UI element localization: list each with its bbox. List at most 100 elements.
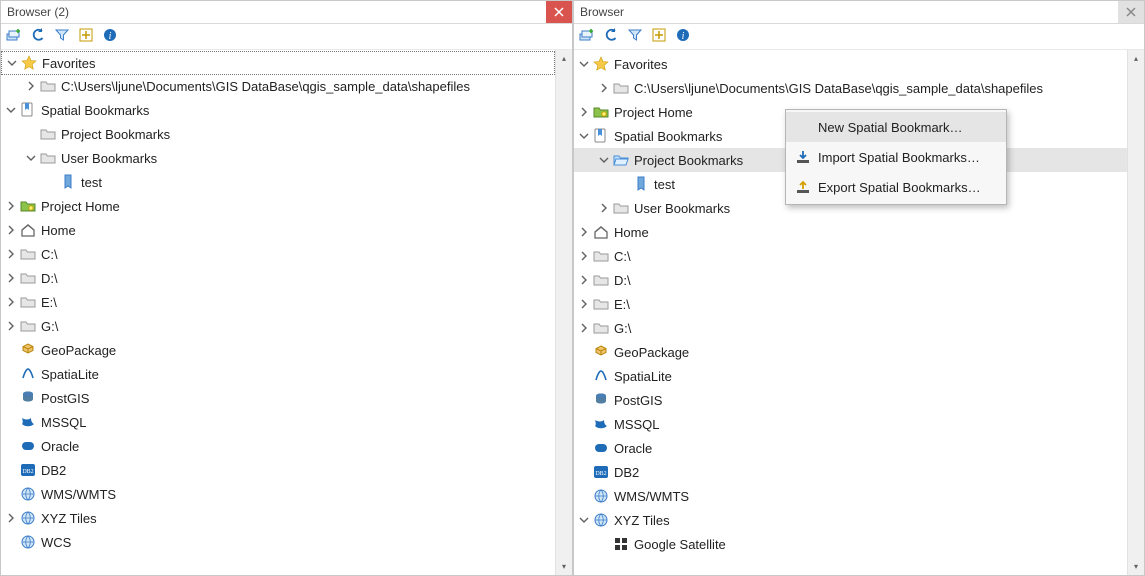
export-icon (792, 179, 814, 195)
collapse-toggle[interactable] (576, 56, 592, 72)
tree-item[interactable]: DB2 DB2 (1, 458, 555, 482)
tree-item[interactable]: Spatial Bookmarks (1, 98, 555, 122)
tree-item[interactable]: G:\ (1, 314, 555, 338)
tree-item[interactable]: Favorites (574, 52, 1127, 76)
tree-item[interactable]: C:\Users\ljune\Documents\GIS DataBase\qg… (574, 76, 1127, 100)
tree-item[interactable]: WMS/WMTS (574, 484, 1127, 508)
expand-toggle[interactable] (3, 270, 19, 286)
expand-toggle[interactable] (576, 224, 592, 240)
vertical-scrollbar[interactable]: ▴ ▾ (555, 50, 572, 575)
close-button[interactable] (546, 1, 572, 23)
tree-item[interactable]: Project Home (1, 194, 555, 218)
refresh-button[interactable] (602, 28, 620, 46)
scroll-up-button[interactable]: ▴ (1128, 50, 1144, 67)
collapse-toggle[interactable] (576, 512, 592, 528)
tree-item[interactable]: C:\ (574, 244, 1127, 268)
filter-button[interactable] (626, 28, 644, 46)
info-button[interactable]: i (674, 28, 692, 46)
expand-toggle[interactable] (23, 78, 39, 94)
tree-item-label: DB2 (41, 463, 66, 478)
expand-toggle[interactable] (3, 318, 19, 334)
tree-item[interactable]: C:\Users\ljune\Documents\GIS DataBase\qg… (1, 74, 555, 98)
tree-item[interactable]: PostGIS (574, 388, 1127, 412)
tree-item[interactable]: Home (574, 220, 1127, 244)
tree-item[interactable]: E:\ (574, 292, 1127, 316)
tree-item[interactable]: WMS/WMTS (1, 482, 555, 506)
tree-item[interactable]: Project Bookmarks (1, 122, 555, 146)
browser-tree[interactable]: FavoritesC:\Users\ljune\Documents\GIS Da… (1, 50, 555, 575)
tree-item[interactable]: GeoPackage (574, 340, 1127, 364)
tree-item[interactable]: D:\ (1, 266, 555, 290)
expand-toggle[interactable] (596, 80, 612, 96)
scroll-up-button[interactable]: ▴ (556, 50, 572, 67)
menu-item[interactable]: Export Spatial Bookmarks… (786, 172, 1006, 202)
tree-item[interactable]: WCS (1, 530, 555, 554)
collapse-toggle[interactable] (576, 128, 592, 144)
expand-toggle[interactable] (576, 296, 592, 312)
vertical-scrollbar[interactable]: ▴ ▾ (1127, 50, 1144, 575)
scroll-down-button[interactable]: ▾ (1128, 558, 1144, 575)
close-button[interactable] (1118, 1, 1144, 23)
refresh-button[interactable] (29, 28, 47, 46)
tree-item[interactable]: E:\ (1, 290, 555, 314)
folder-icon (39, 77, 57, 95)
collapse-toggle[interactable] (4, 55, 20, 71)
tree-item[interactable]: DB2DB2 (574, 460, 1127, 484)
expand-toggle[interactable] (3, 294, 19, 310)
tree-item[interactable]: G:\ (574, 316, 1127, 340)
tree-item[interactable]: SpatiaLite (1, 362, 555, 386)
db2-icon: DB2 (19, 461, 37, 479)
titlebar[interactable]: Browser (574, 1, 1144, 24)
expand-toggle[interactable] (3, 198, 19, 214)
menu-item[interactable]: Import Spatial Bookmarks… (786, 142, 1006, 172)
tree-item[interactable]: test (1, 170, 555, 194)
tree-item[interactable]: Home (1, 218, 555, 242)
scroll-down-button[interactable]: ▾ (556, 558, 572, 575)
collapse-toggle[interactable] (596, 152, 612, 168)
expand-toggle[interactable] (576, 320, 592, 336)
collapse-toggle[interactable] (23, 150, 39, 166)
collapse-all-button[interactable] (77, 28, 95, 46)
panel-title: Browser (580, 5, 1118, 19)
tree-item[interactable]: MSSQL (574, 412, 1127, 436)
filter-button[interactable] (53, 28, 71, 46)
tree-item[interactable]: Oracle (1, 434, 555, 458)
tree-item[interactable]: Favorites (1, 51, 555, 75)
expand-toggle[interactable] (576, 272, 592, 288)
expand-toggle[interactable] (596, 200, 612, 216)
svg-text:DB2: DB2 (595, 471, 606, 477)
tree-item[interactable]: Oracle (574, 436, 1127, 460)
titlebar[interactable]: Browser (2) (1, 1, 572, 24)
collapse-all-button[interactable] (650, 28, 668, 46)
add-layer-button[interactable] (578, 28, 596, 46)
info-button[interactable]: i (101, 28, 119, 46)
tree-item[interactable]: C:\ (1, 242, 555, 266)
expand-toggle[interactable] (576, 104, 592, 120)
expand-toggle[interactable] (3, 222, 19, 238)
tree-item[interactable]: GeoPackage (1, 338, 555, 362)
tree-item[interactable]: PostGIS (1, 386, 555, 410)
tree-item[interactable]: Google Satellite (574, 532, 1127, 556)
tree-item[interactable]: D:\ (574, 268, 1127, 292)
collapse-toggle[interactable] (3, 102, 19, 118)
tree-item[interactable]: SpatiaLite (574, 364, 1127, 388)
menu-item-label: Import Spatial Bookmarks… (818, 150, 980, 165)
context-menu[interactable]: New Spatial Bookmark… Import Spatial Book… (785, 109, 1007, 205)
tree-item[interactable]: MSSQL (1, 410, 555, 434)
expand-toggle[interactable] (3, 246, 19, 262)
star-icon (592, 55, 610, 73)
folder-icon (612, 199, 630, 217)
folder-icon (19, 317, 37, 335)
tree-item[interactable]: XYZ Tiles (1, 506, 555, 530)
expand-toggle[interactable] (576, 248, 592, 264)
tree-item-label: User Bookmarks (634, 201, 730, 216)
menu-item[interactable]: New Spatial Bookmark… (786, 112, 1006, 142)
info-icon: i (102, 27, 118, 46)
tree-item-label: E:\ (41, 295, 57, 310)
tree-item-label: Spatial Bookmarks (614, 129, 722, 144)
expand-toggle[interactable] (3, 510, 19, 526)
tree-item[interactable]: User Bookmarks (1, 146, 555, 170)
globe-icon (19, 533, 37, 551)
tree-item[interactable]: XYZ Tiles (574, 508, 1127, 532)
add-layer-button[interactable] (5, 28, 23, 46)
